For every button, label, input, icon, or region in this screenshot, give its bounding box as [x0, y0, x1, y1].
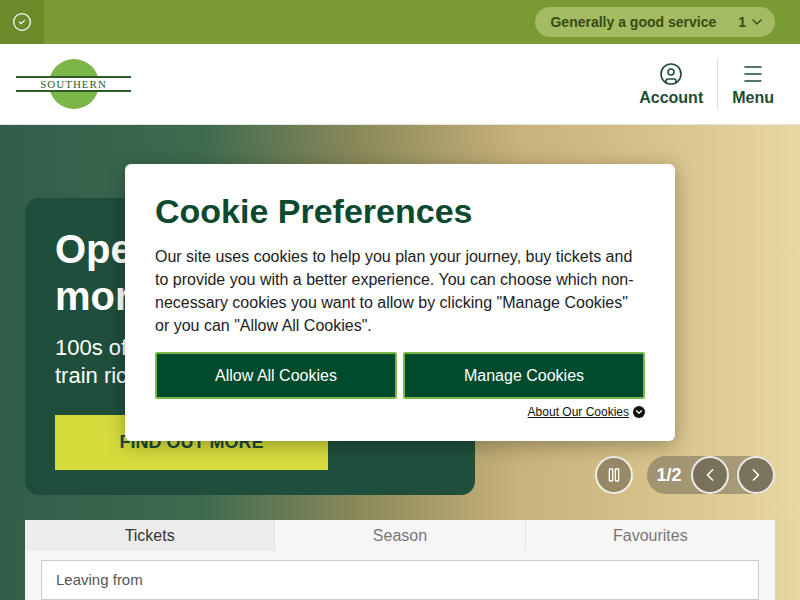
- about-cookies-link[interactable]: About Our Cookies: [155, 405, 645, 419]
- dialog-title: Cookie Preferences: [155, 192, 645, 231]
- menu-button[interactable]: Menu: [718, 58, 774, 110]
- chevron-right-icon: [746, 465, 766, 485]
- cookie-button[interactable]: Allow All Cookies: [155, 352, 397, 399]
- check-icon: [12, 12, 32, 32]
- booking-panel: TicketsSeasonFavourites Leaving from: [25, 520, 775, 600]
- booking-tabs: TicketsSeasonFavourites: [25, 520, 775, 551]
- chevron-down-icon: [633, 406, 645, 418]
- dialog-text: Our site uses cookies to help you plan y…: [155, 245, 645, 337]
- next-button[interactable]: [737, 456, 775, 494]
- status-bar: Generally a good service1: [0, 0, 800, 44]
- pause-button[interactable]: [595, 456, 633, 494]
- cookie-dialog: Cookie Preferences Our site uses cookies …: [125, 164, 675, 441]
- cookie-button[interactable]: Manage Cookies: [403, 352, 645, 399]
- booking-tab[interactable]: Favourites: [526, 520, 775, 551]
- slide-indicator: 1/2: [647, 456, 775, 494]
- menu-icon: [741, 62, 765, 86]
- booking-tab[interactable]: Tickets: [25, 520, 275, 551]
- prev-button[interactable]: [691, 456, 729, 494]
- account-button[interactable]: Account: [639, 58, 718, 110]
- chevron-down-icon: [749, 14, 765, 30]
- header: SOUTHERN AccountMenu: [0, 44, 800, 125]
- pause-icon: [606, 467, 622, 483]
- service-status-pill[interactable]: Generally a good service1: [535, 7, 775, 37]
- booking-tab[interactable]: Season: [275, 520, 525, 551]
- logo[interactable]: SOUTHERN: [16, 59, 131, 109]
- status-check: [0, 0, 44, 44]
- user-icon: [659, 62, 683, 86]
- chevron-left-icon: [700, 465, 720, 485]
- page: Generally a good service1 SOUTHERN Account…: [0, 0, 800, 600]
- carousel-controls: 1/2: [595, 456, 775, 494]
- leaving-from-field[interactable]: Leaving from: [41, 560, 759, 600]
